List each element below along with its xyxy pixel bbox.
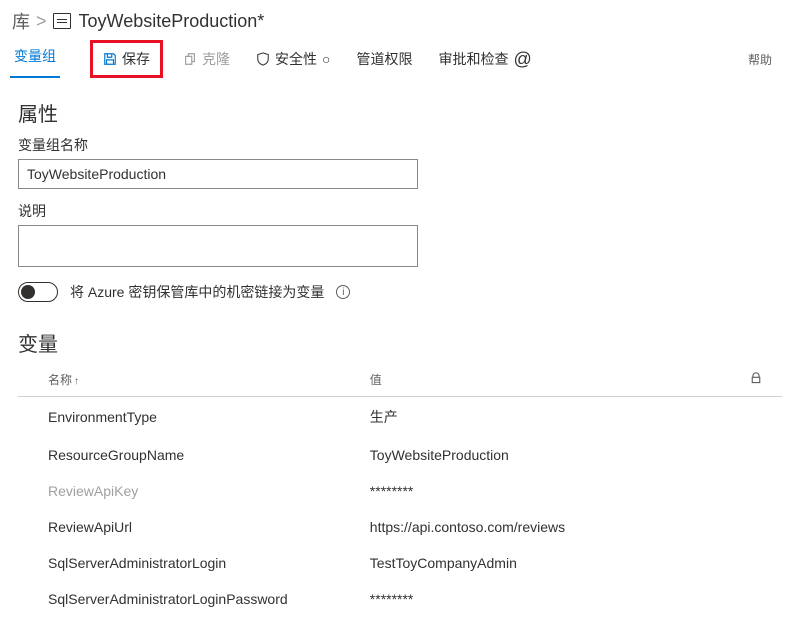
lock-icon — [750, 372, 762, 384]
variable-value-cell[interactable]: ToyWebsiteProduction — [362, 437, 742, 473]
variable-lock-cell — [742, 581, 782, 617]
approvals-label: 审批和检查 — [438, 49, 508, 69]
column-header-lock — [742, 365, 782, 397]
pipeline-permissions-label: 管道权限 — [356, 49, 412, 69]
breadcrumb-separator: > — [36, 11, 47, 32]
security-button-label: 安全性 — [275, 49, 317, 69]
description-field: 说明 — [18, 201, 782, 270]
description-field-label: 说明 — [18, 201, 782, 221]
column-header-value[interactable]: 值 — [362, 365, 742, 397]
variables-heading: 变量 — [18, 328, 782, 357]
security-button[interactable]: 安全性 ○ — [250, 45, 336, 73]
table-row[interactable]: ResourceGroupNameToyWebsiteProduction — [18, 437, 782, 473]
info-icon[interactable]: i — [336, 285, 350, 299]
shield-icon — [256, 52, 270, 66]
variable-lock-cell — [742, 545, 782, 581]
variable-lock-cell — [742, 473, 782, 509]
page-title: ToyWebsiteProduction* — [79, 11, 265, 32]
table-row[interactable]: SqlServerAdministratorLoginTestToyCompan… — [18, 545, 782, 581]
keyvault-link-row: 将 Azure 密钥保管库中的机密链接为变量 i — [18, 282, 782, 302]
breadcrumb-root[interactable]: 库 — [12, 8, 30, 34]
variable-value-cell[interactable]: 生产 — [362, 397, 742, 438]
name-field-label: 变量组名称 — [18, 135, 782, 155]
table-row[interactable]: EnvironmentType生产 — [18, 397, 782, 438]
clone-icon — [183, 52, 197, 66]
pipeline-permissions-button[interactable]: 管道权限 — [350, 45, 418, 73]
variable-lock-cell — [742, 397, 782, 438]
variable-name-cell[interactable]: EnvironmentType — [18, 397, 362, 438]
variables-section: 变量 名称↑ 值 EnvironmentType生产ResourceGroupN… — [0, 310, 800, 625]
table-row[interactable]: ReviewApiKey******** — [18, 473, 782, 509]
save-button-label: 保存 — [122, 49, 150, 69]
variable-name-cell[interactable]: SqlServerAdministratorLoginPassword — [18, 581, 362, 617]
breadcrumb: 库 > ToyWebsiteProduction* — [0, 0, 800, 36]
keyvault-toggle[interactable] — [18, 282, 58, 302]
variable-name-cell[interactable]: ReviewApiKey — [18, 473, 362, 509]
clone-button-label: 克隆 — [202, 49, 230, 69]
variable-group-icon — [53, 13, 71, 29]
name-field: 变量组名称 — [18, 135, 782, 189]
variable-name-cell[interactable]: ResourceGroupName — [18, 437, 362, 473]
variable-lock-cell — [742, 509, 782, 545]
keyvault-toggle-label: 将 Azure 密钥保管库中的机密链接为变量 — [70, 282, 324, 302]
sort-asc-icon: ↑ — [74, 376, 79, 387]
toolbar: 变量组 保存 克隆 安全性 ○ 管道权限 审批和检查 @ — [0, 36, 800, 84]
save-button[interactable]: 保存 — [90, 40, 163, 78]
variable-value-cell[interactable]: TestToyCompanyAdmin — [362, 545, 742, 581]
table-row[interactable]: ReviewApiUrlhttps://api.contoso.com/revi… — [18, 509, 782, 545]
approvals-checks-button[interactable]: 审批和检查 @ — [432, 45, 537, 74]
properties-section: 属性 变量组名称 说明 将 Azure 密钥保管库中的机密链接为变量 i — [0, 84, 800, 310]
description-input[interactable] — [18, 225, 418, 267]
variable-value-cell[interactable]: ******** — [362, 581, 742, 617]
clone-button[interactable]: 克隆 — [177, 45, 236, 73]
variable-lock-cell — [742, 437, 782, 473]
table-row[interactable]: SqlServerAdministratorLoginPassword*****… — [18, 581, 782, 617]
variables-table: 名称↑ 值 EnvironmentType生产ResourceGroupName… — [18, 365, 782, 617]
name-input[interactable] — [18, 159, 418, 189]
column-header-name[interactable]: 名称↑ — [18, 365, 362, 397]
variable-name-cell[interactable]: SqlServerAdministratorLogin — [18, 545, 362, 581]
variable-name-cell[interactable]: ReviewApiUrl — [18, 509, 362, 545]
at-icon: @ — [513, 49, 531, 70]
security-status-icon: ○ — [322, 51, 330, 67]
variable-value-cell[interactable]: https://api.contoso.com/reviews — [362, 509, 742, 545]
save-icon — [103, 52, 117, 66]
command-bar: 保存 克隆 安全性 ○ 管道权限 审批和检查 @ 帮助 — [90, 40, 790, 78]
properties-heading: 属性 — [18, 98, 782, 127]
help-link[interactable]: 帮助 — [748, 51, 772, 68]
variable-value-cell[interactable]: ******** — [362, 473, 742, 509]
tab-variable-groups[interactable]: 变量组 — [10, 40, 60, 78]
